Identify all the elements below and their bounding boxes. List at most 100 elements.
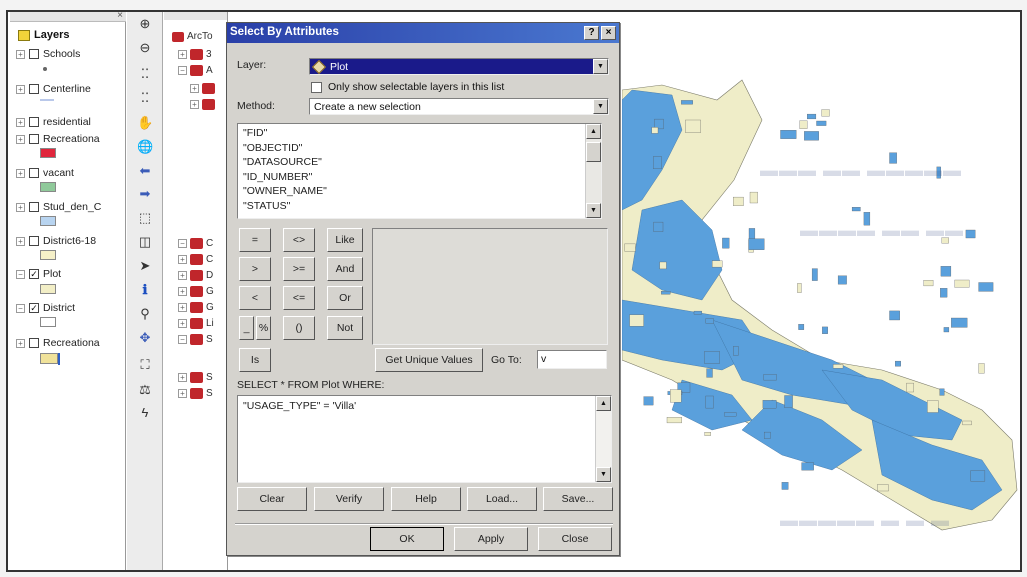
toolbox-item[interactable]: − C [178, 238, 213, 249]
and-button[interactable]: And [327, 257, 363, 281]
toolbox-item[interactable]: − S [178, 334, 213, 345]
go-to-input[interactable]: v [537, 350, 607, 369]
not-button[interactable]: Not [327, 316, 363, 340]
field-item[interactable]: "DATASOURCE" [243, 156, 322, 168]
greater-than-button[interactable]: > [239, 257, 271, 281]
toolbox-item[interactable]: +3 [178, 49, 212, 60]
toolbox-item[interactable]: + Li [178, 318, 214, 329]
layer-visibility-checkbox[interactable] [29, 84, 39, 94]
expander-icon[interactable]: + [178, 271, 187, 280]
expander-icon[interactable]: + [16, 49, 25, 59]
toolbox-item[interactable]: − A [178, 65, 213, 76]
layer-visibility-checkbox[interactable] [29, 338, 39, 348]
expander-icon[interactable]: − [178, 335, 187, 344]
expander-icon[interactable]: − [16, 269, 25, 279]
less-equal-button[interactable]: <= [283, 286, 315, 310]
layer-visibility-checkbox[interactable] [29, 236, 39, 246]
expander-icon[interactable]: − [178, 239, 187, 248]
forward-icon[interactable]: ➡ [137, 186, 153, 202]
scroll-down-icon[interactable]: ▼ [586, 203, 601, 218]
only-selectable-checkbox[interactable] [311, 81, 322, 93]
expander-icon[interactable]: − [178, 66, 187, 75]
layer-visibility-checkbox[interactable] [29, 134, 39, 144]
toolbox-item[interactable]: + S [178, 388, 213, 399]
clear-selection-icon[interactable]: ◫ [137, 234, 153, 250]
scroll-up-icon[interactable]: ▲ [586, 124, 601, 139]
save-button[interactable]: Save... [543, 487, 613, 511]
full-extent-icon[interactable]: 🌐 [137, 139, 153, 155]
layer-row[interactable]: + Centerline [16, 83, 91, 95]
percent-button[interactable]: % [256, 316, 271, 340]
method-dropdown[interactable]: Create a new selection ▼ [309, 98, 609, 115]
expander-icon[interactable]: + [16, 84, 25, 94]
zoom-in-icon[interactable]: ⊕ [137, 16, 153, 32]
layer-row[interactable]: − ✓ Plot [16, 268, 61, 280]
layer-visibility-checkbox[interactable] [29, 117, 39, 127]
expander-icon[interactable]: + [190, 100, 199, 109]
greater-equal-button[interactable]: >= [283, 257, 315, 281]
field-item[interactable]: "FID" [243, 127, 267, 139]
or-button[interactable]: Or [327, 286, 363, 310]
toolbox-item[interactable]: + S [178, 372, 213, 383]
toolbox-item[interactable]: + [190, 83, 218, 94]
layer-visibility-checkbox[interactable] [29, 168, 39, 178]
layer-visibility-checkbox[interactable] [29, 49, 39, 59]
get-unique-values-button[interactable]: Get Unique Values [375, 348, 483, 372]
apply-button[interactable]: Apply [454, 527, 528, 551]
scroll-up-icon[interactable]: ▲ [596, 396, 611, 411]
layer-row[interactable]: + Schools [16, 48, 80, 60]
scroll-down-icon[interactable]: ▼ [596, 467, 611, 482]
clear-button[interactable]: Clear [237, 487, 307, 511]
expander-icon[interactable]: + [190, 84, 199, 93]
toc-close-icon[interactable]: × [117, 10, 123, 21]
load-button[interactable]: Load... [467, 487, 537, 511]
expander-icon[interactable]: + [16, 117, 25, 127]
underscore-button[interactable]: _ [239, 316, 254, 340]
go-to-xy-icon[interactable]: ✥ [137, 330, 153, 346]
sql-scrollbar[interactable]: ▲ ▼ [595, 396, 611, 482]
toolbox-item[interactable]: + [190, 99, 218, 110]
expander-icon[interactable]: + [16, 236, 25, 246]
fixed-zoom-out-icon[interactable]: ⁚⁚ [137, 90, 153, 106]
layer-row[interactable]: + Recreationa [16, 337, 100, 349]
layer-row[interactable]: + Stud_den_C [16, 201, 101, 213]
pan-icon[interactable]: ✋ [137, 115, 153, 131]
find-icon[interactable]: ⚲ [137, 306, 153, 322]
ok-button[interactable]: OK [370, 527, 444, 551]
expander-icon[interactable]: + [178, 303, 187, 312]
expander-icon[interactable]: + [178, 50, 187, 59]
back-icon[interactable]: ⬅ [137, 163, 153, 179]
expander-icon[interactable]: + [16, 168, 25, 178]
expander-icon[interactable]: + [16, 202, 25, 212]
expander-icon[interactable]: − [16, 303, 25, 313]
expander-icon[interactable]: + [16, 134, 25, 144]
layer-row[interactable]: + vacant [16, 167, 74, 179]
layer-dropdown[interactable]: Plot ▼ [309, 58, 609, 75]
expander-icon[interactable]: + [178, 373, 187, 382]
expander-icon[interactable]: + [16, 338, 25, 348]
identify-icon[interactable]: ℹ [137, 282, 153, 298]
zoom-out-icon[interactable]: ⊖ [137, 40, 153, 56]
field-item[interactable]: "STATUS" [243, 200, 290, 212]
expander-icon[interactable]: + [178, 319, 187, 328]
fields-scrollbar[interactable]: ▲ ▼ [585, 124, 601, 218]
measure-icon[interactable]: ⚖ [137, 382, 153, 398]
parentheses-button[interactable]: () [283, 316, 315, 340]
layer-visibility-checkbox[interactable] [29, 202, 39, 212]
field-item[interactable]: "OWNER_NAME" [243, 185, 327, 197]
verify-button[interactable]: Verify [314, 487, 384, 511]
select-elements-icon[interactable]: ➤ [137, 258, 153, 274]
field-item[interactable]: "ID_NUMBER" [243, 171, 312, 183]
help-button[interactable]: Help [391, 487, 461, 511]
layer-visibility-checkbox[interactable]: ✓ [29, 269, 39, 279]
arctoolbox-root[interactable]: ArcTo [172, 31, 213, 42]
toolbox-item[interactable]: + D [178, 270, 213, 281]
close-button[interactable]: Close [538, 527, 612, 551]
layer-row[interactable]: + District6-18 [16, 235, 96, 247]
unique-values-list[interactable] [372, 228, 608, 345]
dialog-title-bar[interactable]: Select By Attributes ? × [227, 23, 619, 43]
expander-icon[interactable]: + [178, 287, 187, 296]
toolbox-item[interactable]: + G [178, 302, 214, 313]
toolbox-item[interactable]: + G [178, 286, 214, 297]
layer-visibility-checkbox[interactable]: ✓ [29, 303, 39, 313]
